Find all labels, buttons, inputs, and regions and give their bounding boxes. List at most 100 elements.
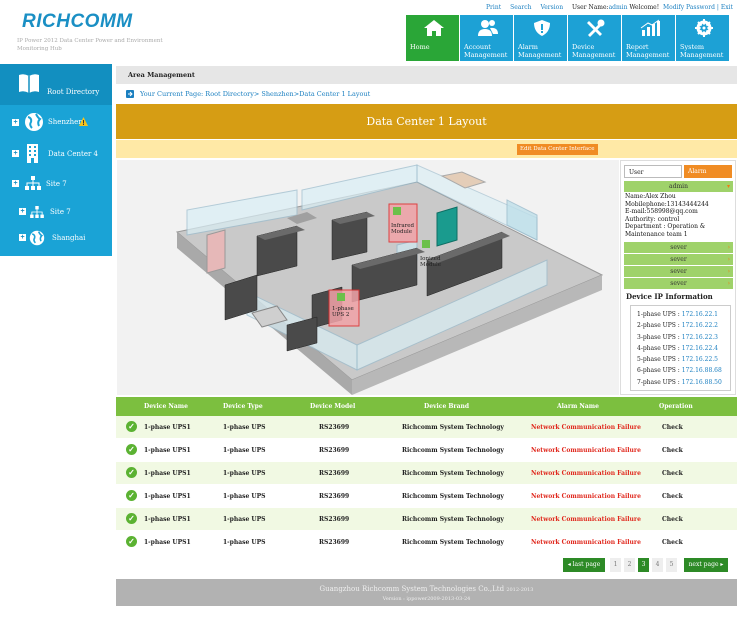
check-link[interactable]: Check	[662, 539, 683, 546]
edit-data-center-button[interactable]: Edit Data Center Interface	[517, 144, 598, 155]
ip-device: 7-phase UPS :	[637, 378, 680, 386]
expand-icon[interactable]: +	[19, 234, 26, 241]
device-brand: Richcomm System Technology	[402, 470, 504, 477]
nav-system-management[interactable]: System Management	[676, 15, 729, 61]
sidebar-item-shenzhen[interactable]: + Shenzhen	[0, 107, 112, 137]
info-panel: User Information Alarm Object admin ▾ Nam…	[620, 160, 736, 395]
col-device-brand: Device Brand	[424, 403, 470, 410]
admin-row[interactable]: admin ▾	[624, 181, 733, 192]
ip-row: 6-phase UPS : 172.16.88.68	[637, 365, 724, 376]
nav-label: Device Management	[572, 43, 616, 59]
check-link[interactable]: Check	[662, 516, 683, 523]
col-device-model: Device Model	[310, 403, 356, 410]
modify-exit-links[interactable]: Modify Password | Exit	[663, 4, 733, 11]
version-link[interactable]: Version	[540, 4, 563, 11]
ups-2-label[interactable]: 1-phase UPS 2	[332, 306, 358, 318]
building-icon	[27, 144, 38, 163]
check-link[interactable]: Check	[662, 447, 683, 454]
print-link[interactable]: Print	[486, 4, 501, 11]
page-5[interactable]: 5	[666, 558, 677, 572]
ip-address[interactable]: 172.16.88.68	[682, 367, 722, 374]
table-row[interactable]: ✓ 1-phase UPS1 1-phase UPS RS23699 Richcomm …	[116, 531, 737, 553]
alarm-name: Network Communication Failure	[531, 493, 641, 500]
nav-home[interactable]: Home	[406, 15, 459, 61]
expand-icon[interactable]: +	[19, 208, 26, 215]
tab-user-information[interactable]: User Information	[624, 165, 682, 189]
status-ok-icon: ✓	[126, 467, 137, 478]
logo: RICHCOMM	[22, 11, 133, 32]
chevron-down-icon: ▾	[726, 183, 730, 190]
device-brand: Richcomm System Technology	[402, 539, 504, 546]
nav-report-management[interactable]: Report Management	[622, 15, 675, 61]
user-department-line: Department : Operation & Maintenance tea…	[625, 223, 706, 238]
page-title: Data Center 1 Layout	[116, 104, 737, 139]
sidebar-item-site-7[interactable]: + Site 7	[0, 170, 112, 197]
expand-icon[interactable]: +	[12, 150, 19, 157]
table-row[interactable]: ✓ 1-phase UPS1 1-phase UPS RS23699 Richcomm …	[116, 462, 737, 484]
page-2[interactable]: 2	[624, 558, 635, 572]
device-model: RS23699	[319, 424, 350, 431]
top-links: Print Search Version	[486, 4, 572, 11]
device-type: 1-phase UPS	[223, 447, 266, 454]
ip-address[interactable]: 172.16.22.1	[682, 311, 718, 318]
tab-alarm-object[interactable]: Alarm Object	[684, 165, 732, 188]
device-brand: Richcomm System Technology	[402, 516, 504, 523]
sidebar-item-site-7-child[interactable]: + Site 7	[0, 200, 112, 224]
prev-page-button[interactable]: ◂ last page	[563, 558, 605, 572]
ip-address[interactable]: 172.16.22.5	[682, 356, 718, 363]
ip-address[interactable]: 172.16.22.4	[682, 345, 718, 352]
header: RICHCOMM IP Power 2012 Data Center Power…	[0, 0, 737, 64]
status-ok-icon: ✓	[126, 536, 137, 547]
device-name: 1-phase UPS1	[144, 539, 191, 546]
ip-row: 4-phase UPS : 172.16.22.4	[637, 343, 724, 354]
page-3[interactable]: 3	[638, 558, 649, 572]
sever-row[interactable]: sever ›	[624, 278, 733, 289]
device-model: RS23699	[319, 493, 350, 500]
check-link[interactable]: Check	[662, 470, 683, 477]
floor-plan[interactable]: Infrared Module Ionized Module 1-phase U…	[117, 160, 619, 395]
next-page-label: next page	[688, 561, 719, 568]
nav-alarm-management[interactable]: Alarm Management	[514, 15, 567, 61]
ionized-module-label[interactable]: Ionized Module	[420, 256, 446, 268]
col-device-type: Device Type	[223, 403, 263, 410]
expand-icon[interactable]: +	[12, 180, 19, 187]
nav-account-management[interactable]: Account Management	[460, 15, 513, 61]
globe-icon	[25, 113, 43, 131]
root-directory[interactable]: Root Directory	[0, 64, 112, 105]
table-row[interactable]: ✓ 1-phase UPS1 1-phase UPS RS23699 Richcomm …	[116, 508, 737, 530]
ip-address[interactable]: 172.16.22.3	[682, 334, 718, 341]
table-header: Device Name Device Type Device Model Dev…	[116, 397, 737, 416]
nav-device-management[interactable]: Device Management	[568, 15, 621, 61]
device-brand: Richcomm System Technology	[402, 424, 504, 431]
alarm-name: Network Communication Failure	[531, 516, 641, 523]
sever-row[interactable]: sever ›	[624, 242, 733, 253]
table-row[interactable]: ✓ 1-phase UPS1 1-phase UPS RS23699 Richcomm …	[116, 416, 737, 438]
sever-label: sever	[670, 256, 687, 263]
table-row[interactable]: ✓ 1-phase UPS1 1-phase UPS RS23699 Richcomm …	[116, 439, 737, 461]
device-type: 1-phase UPS	[223, 493, 266, 500]
status-ok-icon: ✓	[126, 513, 137, 524]
sever-row[interactable]: sever ›	[624, 266, 733, 277]
table-row[interactable]: ✓ 1-phase UPS1 1-phase UPS RS23699 Richcomm …	[116, 485, 737, 507]
breadcrumb-text[interactable]: Your Current Page: Root Directory> Shenz…	[140, 90, 370, 98]
ip-device: 1-phase UPS :	[637, 311, 680, 318]
infrared-module-label[interactable]: Infrared Module	[391, 223, 417, 235]
alarm-shield-icon	[534, 20, 550, 36]
nav-label: Alarm Management	[518, 43, 562, 59]
sidebar-item-shanghai[interactable]: + Shanghai	[0, 226, 112, 250]
ip-address[interactable]: 172.16.88.50	[682, 379, 722, 386]
sever-row[interactable]: sever ›	[624, 254, 733, 265]
page-4[interactable]: 4	[652, 558, 663, 572]
user-email-line: E-mail:558998@qq.com	[625, 208, 698, 215]
col-alarm-name: Alarm Name	[557, 403, 599, 410]
next-page-button[interactable]: next page ▸	[684, 558, 728, 572]
check-link[interactable]: Check	[662, 493, 683, 500]
search-link[interactable]: Search	[510, 4, 531, 11]
check-link[interactable]: Check	[662, 424, 683, 431]
expand-icon[interactable]: +	[12, 119, 19, 126]
page-1[interactable]: 1	[610, 558, 621, 572]
ip-address[interactable]: 172.16.22.2	[682, 322, 718, 329]
sidebar-item-data-center-4[interactable]: + Data Center 4	[0, 139, 112, 167]
sever-label: sever	[670, 280, 687, 287]
root-label: Root Directory	[47, 88, 100, 96]
